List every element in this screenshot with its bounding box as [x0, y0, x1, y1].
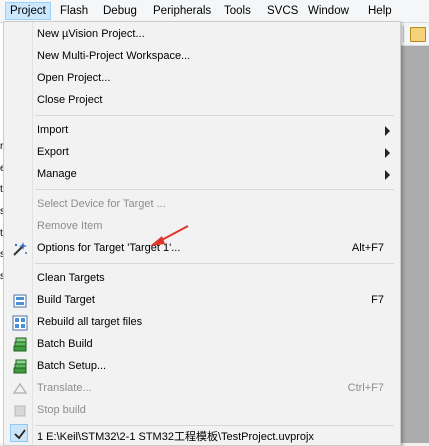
menu-item-label: New µVision Project...: [37, 28, 145, 40]
menu-separator: [35, 263, 394, 264]
menu-item-label: New Multi-Project Workspace...: [37, 50, 191, 62]
menu-item-import[interactable]: Import: [6, 120, 396, 142]
menu-item-label: Export: [37, 146, 69, 158]
menu-item-batch-setup[interactable]: Batch Setup...: [6, 356, 396, 378]
menu-item-new-multi-project-workspace[interactable]: New Multi-Project Workspace...: [6, 46, 396, 68]
menubar-project[interactable]: Project: [5, 2, 51, 20]
menubar-peripherals[interactable]: Peripherals: [150, 3, 214, 19]
project-menu-dropdown: New µVision Project... New Multi-Project…: [3, 21, 401, 446]
checkmark-icon: [14, 429, 26, 440]
menu-item-label: Open Project...: [37, 72, 111, 84]
batch-setup-icon: [13, 359, 27, 374]
stop-build-icon: [14, 405, 26, 417]
menu-item-label: Import: [37, 124, 69, 136]
submenu-arrow-icon: [385, 148, 390, 158]
menu-item-shortcut: F7: [371, 294, 384, 306]
menu-item-label: Manage: [37, 168, 77, 180]
menubar-tools[interactable]: Tools: [221, 3, 254, 19]
menu-item-label: Remove Item: [37, 220, 103, 232]
menu-item-label: Rebuild all target files: [37, 316, 143, 328]
menu-item-build-target[interactable]: Build Target F7: [6, 290, 396, 312]
menubar-flash[interactable]: Flash: [57, 3, 91, 19]
menu-item-options-for-target[interactable]: Options for Target 'Target 1'... Alt+F7: [6, 238, 396, 260]
translate-icon: [12, 382, 28, 394]
menu-item-clean-targets[interactable]: Clean Targets: [6, 268, 396, 290]
menubar-debug[interactable]: Debug: [100, 3, 140, 19]
menu-item-label: Close Project: [37, 94, 103, 106]
menu-item-manage[interactable]: Manage: [6, 164, 396, 186]
submenu-arrow-icon: [385, 126, 390, 136]
menu-item-rebuild-all[interactable]: Rebuild all target files: [6, 312, 396, 334]
annotation-arrow-icon: [150, 225, 189, 246]
rebuild-icon: [12, 315, 28, 331]
menu-item-new-uvision-project[interactable]: New µVision Project...: [6, 24, 396, 46]
menu-item-shortcut: Ctrl+F7: [347, 382, 384, 394]
open-folder-icon[interactable]: [410, 27, 426, 42]
menu-item-select-device[interactable]: Select Device for Target ...: [6, 194, 396, 216]
menu-separator: [35, 115, 394, 116]
menu-item-label: Translate...: [37, 382, 92, 394]
menubar-help[interactable]: Help: [365, 3, 395, 19]
menu-item-label: Clean Targets: [37, 272, 105, 284]
menu-item-batch-build[interactable]: Batch Build: [6, 334, 396, 356]
menu-bar: Project Flash Debug Peripherals Tools SV…: [0, 0, 429, 23]
menu-item-label: Stop build: [37, 404, 86, 416]
submenu-arrow-icon: [385, 170, 390, 180]
menu-item-label: Batch Build: [37, 338, 93, 350]
menu-item-label: Batch Setup...: [37, 360, 107, 372]
menu-item-label: Select Device for Target ...: [37, 198, 166, 210]
menu-item-stop-build[interactable]: Stop build: [6, 400, 396, 422]
build-icon: [13, 294, 27, 308]
menu-item-translate[interactable]: Translate... Ctrl+F7: [6, 378, 396, 400]
menu-separator: [35, 189, 394, 190]
batch-build-icon: [13, 337, 27, 352]
menu-item-shortcut: Alt+F7: [351, 242, 384, 254]
menu-item-recent-project[interactable]: 1 E:\Keil\STM32\2-1 STM32工程模板\TestProjec…: [6, 423, 396, 445]
menubar-svcs[interactable]: SVCS: [264, 3, 301, 19]
menu-item-open-project[interactable]: Open Project...: [6, 68, 396, 90]
menu-item-label: 1 E:\Keil\STM32\2-1 STM32工程模板\TestProjec…: [37, 431, 314, 443]
menu-item-close-project[interactable]: Close Project: [6, 90, 396, 112]
options-wand-icon: [13, 242, 27, 256]
menu-item-remove-item[interactable]: Remove Item: [6, 216, 396, 238]
menubar-window[interactable]: Window: [305, 3, 352, 19]
toolbar-separator: [403, 26, 404, 42]
menu-item-export[interactable]: Export: [6, 142, 396, 164]
menu-item-label: Build Target: [37, 294, 95, 306]
